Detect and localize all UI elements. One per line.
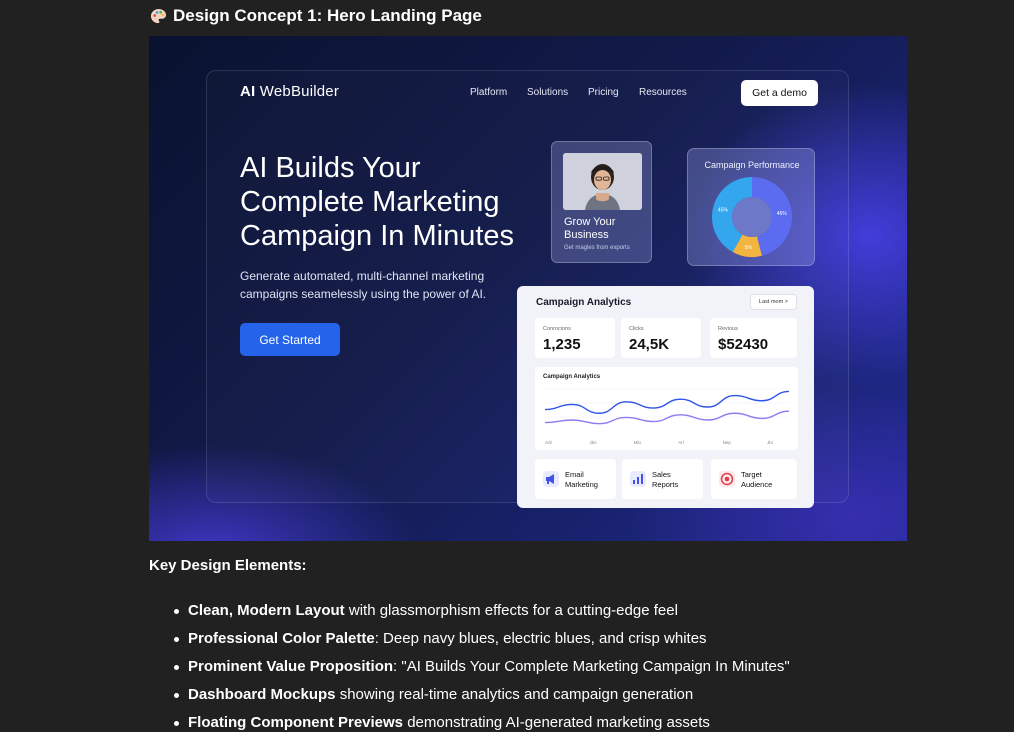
list-item: Clean, Modern Layout with glassmorphism … [174, 597, 790, 625]
hero-subtitle-line: Generate automated, multi-channel market… [240, 269, 485, 283]
list-item-bold: Floating Component Previews [188, 714, 404, 731]
tile-label-line: Marketing [565, 480, 598, 489]
hero-mockup-image: AI WebBuilder Platform Solutions Pricing… [149, 36, 907, 541]
tile-label-line: Email [565, 470, 584, 479]
get-started-button[interactable]: Get Started [240, 323, 340, 356]
grow-card-subtitle: Get magles from exports [564, 245, 630, 251]
tile-email-marketing[interactable]: Email Marketing [535, 459, 616, 499]
tile-target-audience[interactable]: Target Audience [711, 459, 797, 499]
x-tick-label: Arlt [545, 440, 552, 445]
list-item-bold: Professional Color Palette [188, 630, 375, 647]
palette-icon [150, 8, 167, 23]
x-tick-label: Mlo [634, 440, 642, 445]
list-item: Professional Color Palette: Deep navy bl… [174, 625, 790, 653]
stat-label: Clicks [629, 326, 644, 332]
list-item: Floating Component Previews demonstratin… [174, 709, 790, 732]
key-elements-title: Key Design Elements: [149, 557, 307, 574]
hero-title-line: AI Builds Your [240, 152, 421, 184]
stat-value: 24,5K [629, 336, 670, 353]
logo: AI WebBuilder [240, 83, 339, 100]
hero-subtitle-line: campaigns seamelessly using the power of… [240, 287, 487, 301]
stat-value: $52430 [718, 336, 769, 353]
tile-label: Target Audience [741, 470, 772, 490]
list-item-text: with glassmorphism effects for a cutting… [344, 602, 678, 619]
list-item-text: : Deep navy blues, electric blues, and c… [374, 630, 707, 647]
x-tick-label: Nep [723, 440, 732, 445]
tile-label: Email Marketing [565, 470, 598, 490]
logo-name: WebBuilder [259, 83, 340, 100]
analytics-title: Campaign Analytics [536, 297, 632, 308]
list-item: Prominent Value Proposition: "AI Builds … [174, 653, 790, 681]
line-chart: Arlt Jbn Mlo Arl Nep Jbi [544, 388, 790, 445]
list-item-text: demonstrating AI-generated marketing ass… [403, 714, 710, 731]
tile-label-line: Reports [652, 480, 679, 489]
stat-label: Revious [718, 326, 738, 332]
donut-slice-label: 5% [745, 245, 753, 251]
campaign-analytics-card: Campaign Analytics Last mom > Conrocions… [517, 286, 814, 508]
hero-title-line: Complete Marketing [240, 186, 500, 218]
grow-business-card: Grow Your Business Get magles from expor… [551, 141, 652, 263]
nav-pricing[interactable]: Pricing [588, 87, 619, 98]
performance-donut-chart: 46% 5% 45% [712, 177, 792, 257]
hero-subtitle: Generate automated, multi-channel market… [240, 267, 530, 303]
stat-card: Clicks 24,5K [621, 318, 701, 358]
line-series [544, 410, 790, 425]
line-chart-panel: Campaign Analytics Arlt Jbn Mlo Arl Nep Jbi [535, 367, 798, 450]
donut-slice-label: 46% [777, 211, 788, 217]
megaphone-icon [543, 471, 559, 487]
portrait-image [563, 153, 642, 210]
tile-label-line: Target [741, 470, 762, 479]
campaign-performance-card: Campaign Performance 46% 5% 45% [687, 148, 815, 266]
x-tick-label: Jbn [589, 440, 597, 445]
target-icon [719, 471, 735, 487]
nav-resources[interactable]: Resources [639, 87, 687, 98]
tile-label: Sales Reports [652, 470, 678, 490]
section-heading: Design Concept 1: Hero Landing Page [150, 6, 482, 26]
section-heading-text: Design Concept 1: Hero Landing Page [173, 6, 482, 25]
logo-prefix: AI [240, 83, 256, 100]
x-tick-label: Arl [678, 440, 684, 445]
list-item-bold: Prominent Value Proposition [188, 658, 394, 675]
hero-title-line: Campaign In Minutes [240, 220, 515, 252]
stat-card: Revious $52430 [710, 318, 797, 358]
stat-value: 1,235 [543, 336, 581, 353]
nav-solutions[interactable]: Solutions [527, 87, 568, 98]
grow-card-title-line: Grow Your [564, 216, 616, 228]
tile-sales-reports[interactable]: Sales Reports [622, 459, 703, 499]
donut-hole [732, 197, 772, 237]
list-item-bold: Dashboard Mockups [188, 686, 336, 703]
stat-label: Conrocions [543, 326, 571, 332]
tile-label-line: Audience [741, 480, 773, 489]
tile-label-line: Sales [652, 470, 671, 479]
list-item-text: : "AI Builds Your Complete Marketing Cam… [393, 658, 790, 675]
list-item-text: showing real-time analytics and campaign… [335, 686, 694, 703]
list-item-bold: Clean, Modern Layout [188, 602, 345, 619]
key-elements-list: Clean, Modern Layout with glassmorphism … [174, 597, 790, 732]
stat-card: Conrocions 1,235 [535, 318, 615, 358]
donut-slice-label: 45% [718, 208, 729, 214]
nav-platform[interactable]: Platform [470, 87, 507, 98]
grow-card-title-line: Business [564, 229, 609, 241]
period-button[interactable]: Last mom > [750, 294, 797, 310]
grow-card-title: Grow Your Business [564, 216, 644, 242]
hero-title: AI Builds Your Complete Marketing Campai… [240, 151, 550, 253]
line-series [544, 390, 790, 414]
x-tick-label: Jbi [767, 440, 773, 445]
get-demo-button[interactable]: Get a demo [741, 80, 818, 106]
list-item: Dashboard Mockups showing real-time anal… [174, 681, 790, 709]
bar-chart-icon [630, 471, 646, 487]
